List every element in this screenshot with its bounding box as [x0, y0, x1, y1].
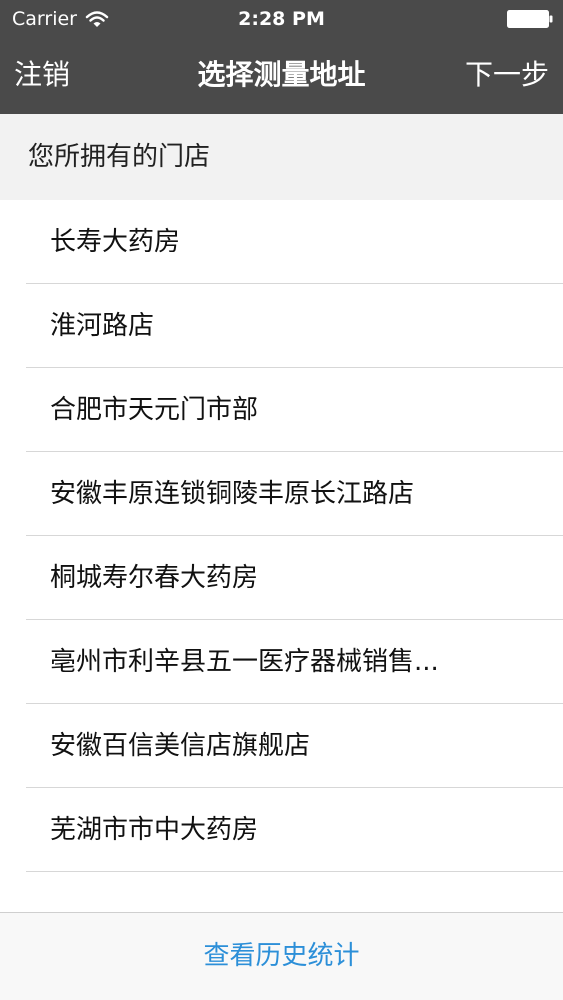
- store-list-item[interactable]: 亳州市利辛县五一医疗器械销售...: [0, 620, 563, 704]
- bottom-toolbar: 查看历史统计: [0, 912, 563, 1000]
- view-history-button[interactable]: 查看历史统计: [0, 939, 563, 973]
- store-name: 安徽丰原连锁铜陵丰原长江路店: [50, 479, 415, 509]
- store-list-item[interactable]: 长寿大药房: [0, 200, 563, 284]
- section-header: 您所拥有的门店: [0, 114, 563, 200]
- store-name: 淮河路店: [50, 311, 155, 341]
- store-list-item[interactable]: 合肥市天元门市部: [0, 368, 563, 452]
- store-list-item[interactable]: 安徽丰原连锁铜陵丰原长江路店: [0, 452, 563, 536]
- navigation-bar: 注销 选择测量地址 下一步: [0, 38, 563, 114]
- section-title: 您所拥有的门店: [28, 142, 211, 172]
- store-list-item[interactable]: [0, 872, 563, 912]
- store-name: [50, 897, 510, 912]
- store-list[interactable]: 长寿大药房 淮河路店 合肥市天元门市部 安徽丰原连锁铜陵丰原长江路店 桐城寿尔春…: [0, 200, 563, 912]
- store-name: 亳州市利辛县五一医疗器械销售...: [50, 647, 439, 677]
- store-name: 芜湖市市中大药房: [50, 815, 259, 845]
- store-name: 安徽百信美信店旗舰店: [50, 731, 311, 761]
- store-name: 长寿大药房: [50, 227, 181, 257]
- store-list-item[interactable]: 桐城寿尔春大药房: [0, 536, 563, 620]
- status-time: 2:28 PM: [238, 8, 325, 30]
- header: Carrier 2:28 PM 注销 选择测量地址 下一步: [0, 0, 563, 114]
- battery-icon: [507, 10, 553, 28]
- store-list-item[interactable]: 淮河路店: [0, 284, 563, 368]
- store-list-item[interactable]: 芜湖市市中大药房: [0, 788, 563, 872]
- status-bar: Carrier 2:28 PM: [0, 0, 563, 38]
- store-list-item[interactable]: 安徽百信美信店旗舰店: [0, 704, 563, 788]
- next-step-button[interactable]: 下一步: [465, 56, 549, 94]
- store-name: 合肥市天元门市部: [50, 395, 259, 425]
- store-name: 桐城寿尔春大药房: [50, 563, 259, 593]
